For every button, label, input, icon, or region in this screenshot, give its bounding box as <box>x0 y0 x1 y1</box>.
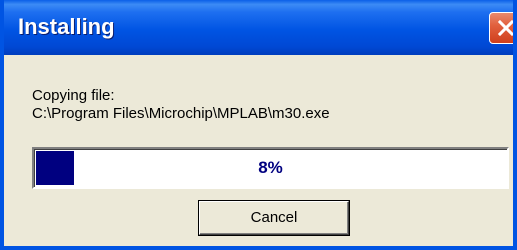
dialog-body: Copying file: C:\Program Files\Microchip… <box>4 55 513 246</box>
cancel-button[interactable]: Cancel <box>199 201 349 235</box>
progress-bar: 8% <box>32 147 509 189</box>
title-bar[interactable]: Installing <box>4 0 513 55</box>
file-path-text: C:\Program Files\Microchip\MPLAB\m30.exe <box>32 105 330 122</box>
window-title: Installing <box>18 14 115 39</box>
progress-percent-text: 8% <box>258 158 283 177</box>
install-dialog: Installing Copying file: C:\Program File… <box>0 0 517 250</box>
close-icon <box>497 19 513 37</box>
status-label: Copying file: <box>32 87 115 104</box>
close-button[interactable] <box>489 12 513 44</box>
